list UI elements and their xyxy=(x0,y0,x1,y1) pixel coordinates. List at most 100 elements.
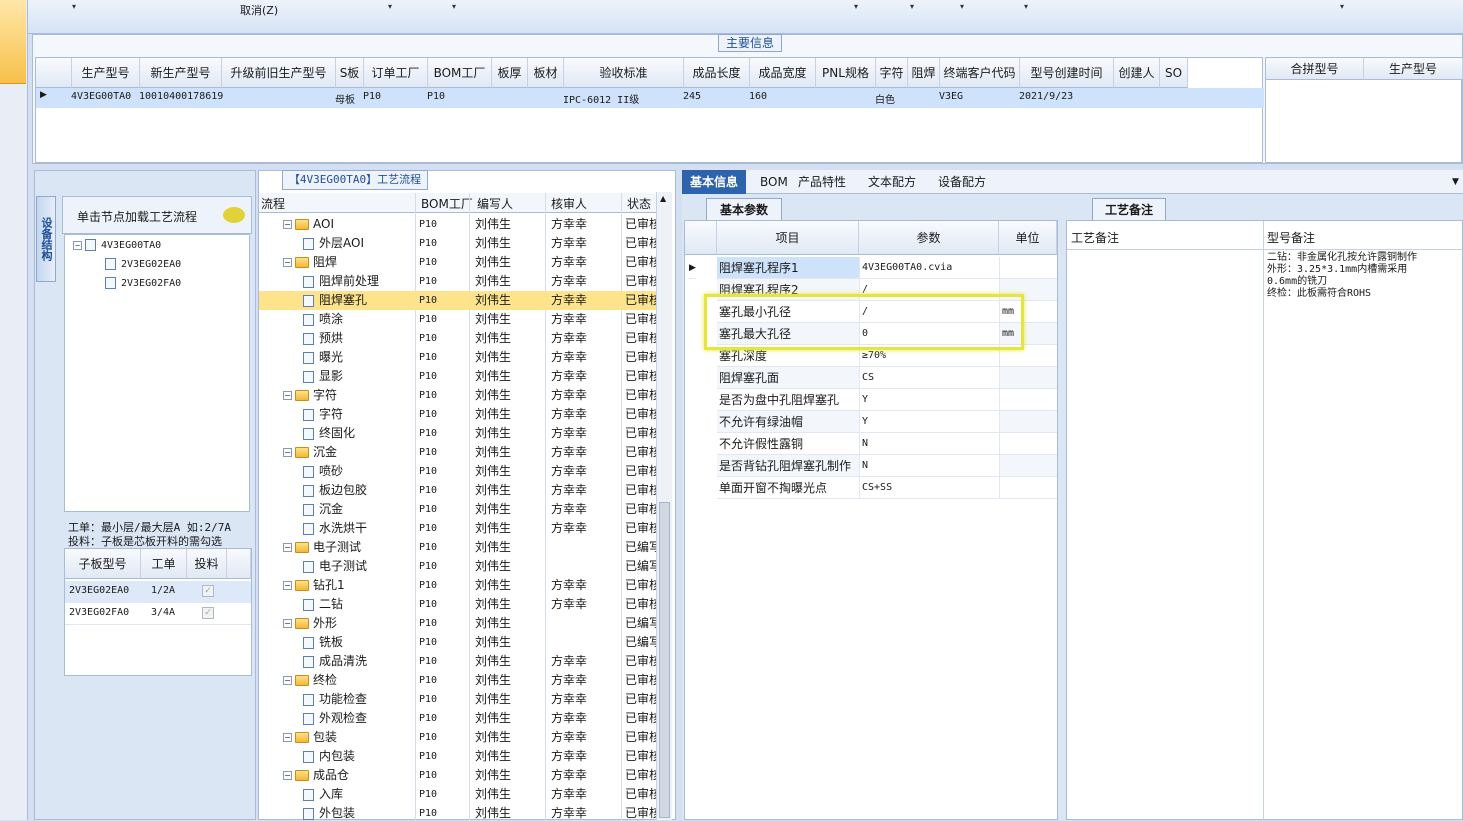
process-row[interactable]: 功能检查 P10 刘伟生 方幸幸 已审核 xyxy=(259,690,659,709)
col-header[interactable]: 参数 xyxy=(859,221,999,255)
dropdown-caret-icon[interactable]: ▾ xyxy=(388,2,392,11)
process-row[interactable]: 内包装 P10 刘伟生 方幸幸 已审核 xyxy=(259,747,659,766)
param-value[interactable]: CS xyxy=(859,367,999,389)
col-header[interactable]: S板 xyxy=(336,58,364,88)
process-row[interactable]: 沉金 P10 刘伟生 方幸幸 已审核 xyxy=(259,500,659,519)
col-header[interactable]: 验收标准 xyxy=(564,58,684,88)
dropdown-caret-icon[interactable]: ▾ xyxy=(1024,2,1028,11)
process-row[interactable]: − 钻孔1 P10 刘伟生 方幸幸 已审核 xyxy=(259,576,659,595)
process-row[interactable]: − AOI P10 刘伟生 方幸幸 已审核 xyxy=(259,215,659,234)
col-header[interactable]: 工单 xyxy=(141,549,187,579)
table-row[interactable]: 2V3EG02FA0 3/4A ✓ xyxy=(65,603,251,625)
process-row[interactable]: 曝光 P10 刘伟生 方幸幸 已审核 xyxy=(259,348,659,367)
process-row[interactable]: 显影 P10 刘伟生 方幸幸 已审核 xyxy=(259,367,659,386)
process-row[interactable]: 二钻 P10 刘伟生 方幸幸 已审核 xyxy=(259,595,659,614)
param-value[interactable]: N xyxy=(859,455,999,477)
tab-device-recipe[interactable]: 设备配方 xyxy=(930,170,994,194)
param-value[interactable]: N xyxy=(859,433,999,455)
process-row[interactable]: 喷涂 P10 刘伟生 方幸幸 已审核 xyxy=(259,310,659,329)
tab-basic-params[interactable]: 基本参数 xyxy=(706,198,782,220)
col-header[interactable]: 编写人 xyxy=(477,195,513,212)
collapse-icon[interactable]: − xyxy=(283,448,292,457)
tab-process-remark[interactable]: 工艺备注 xyxy=(1092,198,1166,220)
process-row[interactable]: − 终检 P10 刘伟生 方幸幸 已审核 xyxy=(259,671,659,690)
col-header[interactable]: 成品长度 xyxy=(684,58,750,88)
process-row[interactable]: − 成品仓 P10 刘伟生 方幸幸 已审核 xyxy=(259,766,659,785)
param-value[interactable]: Y xyxy=(859,411,999,433)
collapse-icon[interactable]: − xyxy=(283,258,292,267)
collapse-icon[interactable]: − xyxy=(283,771,292,780)
collapse-icon[interactable]: − xyxy=(73,240,82,250)
process-row[interactable]: 外观检查 P10 刘伟生 方幸幸 已审核 xyxy=(259,709,659,728)
process-row[interactable]: − 字符 P10 刘伟生 方幸幸 已审核 xyxy=(259,386,659,405)
process-row[interactable]: 铣板 P10 刘伟生 已编写 xyxy=(259,633,659,652)
process-row[interactable]: 预烘 P10 刘伟生 方幸幸 已审核 xyxy=(259,329,659,348)
dropdown-caret-icon[interactable]: ▾ xyxy=(72,2,76,11)
collapse-icon[interactable]: − xyxy=(283,543,292,552)
scroll-up-icon[interactable]: ▲ xyxy=(660,194,666,203)
tree-node-child[interactable]: 2V3EG02EA0 xyxy=(105,258,181,270)
process-scrollbar[interactable]: ▲ xyxy=(656,192,672,820)
tab-text-recipe[interactable]: 文本配方 xyxy=(860,170,924,194)
col-header[interactable]: 型号创建时间 xyxy=(1020,58,1114,88)
process-row[interactable]: − 包装 P10 刘伟生 方幸幸 已审核 xyxy=(259,728,659,747)
collapse-icon[interactable]: − xyxy=(283,733,292,742)
cancel-button[interactable]: 取消(Z) xyxy=(240,2,278,18)
param-row[interactable]: ▶ 阻焊塞孔程序1 4V3EG00TA0.cvia xyxy=(685,257,1057,279)
process-row[interactable]: 终固化 P10 刘伟生 方幸幸 已审核 xyxy=(259,424,659,443)
feed-checkbox[interactable]: ✓ xyxy=(202,585,214,597)
param-value[interactable]: CS+SS xyxy=(859,477,999,499)
col-header[interactable]: 流程 xyxy=(261,195,285,212)
merge-header-2[interactable]: 生产型号 xyxy=(1364,58,1463,80)
dropdown-caret-icon[interactable]: ▾ xyxy=(960,2,964,11)
col-header[interactable]: BOM工厂 xyxy=(428,58,492,88)
dropdown-caret-icon[interactable]: ▾ xyxy=(452,2,456,11)
process-row[interactable]: 阻焊塞孔 P10 刘伟生 方幸幸 已审核 xyxy=(259,291,659,310)
collapse-icon[interactable]: − xyxy=(283,581,292,590)
collapse-icon[interactable]: − xyxy=(283,391,292,400)
table-row[interactable]: 2V3EG02EA0 1/2A ✓ xyxy=(65,581,251,603)
merge-header-1[interactable]: 合拼型号 xyxy=(1266,58,1364,80)
dropdown-caret-icon[interactable]: ▾ xyxy=(910,2,914,11)
model-remark-text[interactable]: 二钻：非金属化孔按允许露铜制作 外形：3.25*3.1mm内槽需采用 0.6mm… xyxy=(1267,252,1457,300)
process-row[interactable]: 成品清洗 P10 刘伟生 方幸幸 已审核 xyxy=(259,652,659,671)
process-row[interactable]: − 阻焊 P10 刘伟生 方幸幸 已审核 xyxy=(259,253,659,272)
dropdown-caret-icon[interactable]: ▾ xyxy=(854,2,858,11)
col-header[interactable]: 核审人 xyxy=(551,195,587,212)
col-header[interactable]: 子板型号 xyxy=(65,549,141,579)
col-header[interactable]: 新生产型号 xyxy=(140,58,222,88)
param-value[interactable]: Y xyxy=(859,389,999,411)
col-header[interactable]: 板材 xyxy=(528,58,564,88)
tree-node-root[interactable]: −4V3EG00TA0 xyxy=(73,239,161,251)
col-header[interactable]: BOM工厂 xyxy=(421,195,473,212)
process-row[interactable]: 喷砂 P10 刘伟生 方幸幸 已审核 xyxy=(259,462,659,481)
process-row[interactable]: 字符 P10 刘伟生 方幸幸 已审核 xyxy=(259,405,659,424)
param-row[interactable]: 是否为盘中孔阻焊塞孔 Y xyxy=(685,389,1057,411)
col-header[interactable]: SO xyxy=(1160,58,1188,88)
param-row[interactable]: 是否背钻孔阻焊塞孔制作 N xyxy=(685,455,1057,477)
process-row[interactable]: 电子测试 P10 刘伟生 已编写 xyxy=(259,557,659,576)
col-header[interactable]: 项目 xyxy=(717,221,859,255)
col-header[interactable]: 字符 xyxy=(876,58,908,88)
param-row[interactable]: 单面开窗不掏曝光点 CS+SS xyxy=(685,477,1057,499)
col-header[interactable]: 订单工厂 xyxy=(364,58,428,88)
tab-device-structure[interactable]: 设备结构 xyxy=(36,196,56,282)
col-header[interactable]: 投料 xyxy=(187,549,227,579)
col-header[interactable]: 终端客户代码 xyxy=(940,58,1020,88)
feed-checkbox[interactable]: ✓ xyxy=(202,607,214,619)
collapse-icon[interactable]: − xyxy=(283,676,292,685)
process-row[interactable]: − 沉金 P10 刘伟生 方幸幸 已审核 xyxy=(259,443,659,462)
col-header[interactable]: 成品宽度 xyxy=(750,58,816,88)
scroll-thumb[interactable] xyxy=(659,502,670,818)
process-row[interactable]: − 电子测试 P10 刘伟生 已编写 xyxy=(259,538,659,557)
tab-product-features[interactable]: 产品特性 xyxy=(790,170,854,194)
process-row[interactable]: 外包装 P10 刘伟生 方幸幸 已审核 xyxy=(259,804,659,821)
process-row[interactable]: 板边包胶 P10 刘伟生 方幸幸 已审核 xyxy=(259,481,659,500)
process-row[interactable]: 入库 P10 刘伟生 方幸幸 已审核 xyxy=(259,785,659,804)
table-row[interactable]: ▶ 4V3EG00TA0 10010400178619 母板 P10 P10 IPC-60… xyxy=(36,88,1264,108)
process-row[interactable]: − 外形 P10 刘伟生 已编写 xyxy=(259,614,659,633)
col-header[interactable]: 板厚 xyxy=(492,58,528,88)
param-value[interactable]: 4V3EG00TA0.cvia xyxy=(859,257,999,279)
col-header[interactable]: PNL规格 xyxy=(816,58,876,88)
col-header[interactable]: 状态 xyxy=(627,195,651,212)
